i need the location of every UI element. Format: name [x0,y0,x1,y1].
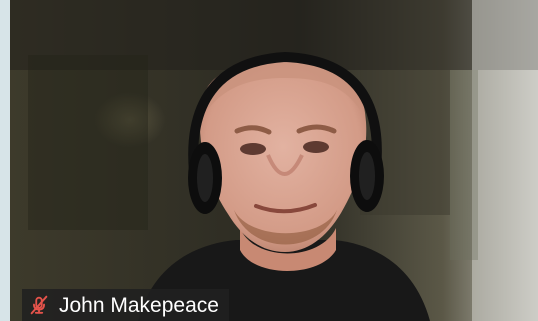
left-eye [240,143,266,155]
participant-video-tile[interactable]: John Makepeace [10,0,538,321]
microphone-muted-icon [30,295,48,315]
participant-name: John Makepeace [59,293,219,317]
video-feed [10,0,538,321]
participant-name-tag: John Makepeace [22,289,229,321]
window-light [472,0,538,321]
meeting-window: John Makepeace [0,0,538,321]
right-eye [303,141,329,153]
